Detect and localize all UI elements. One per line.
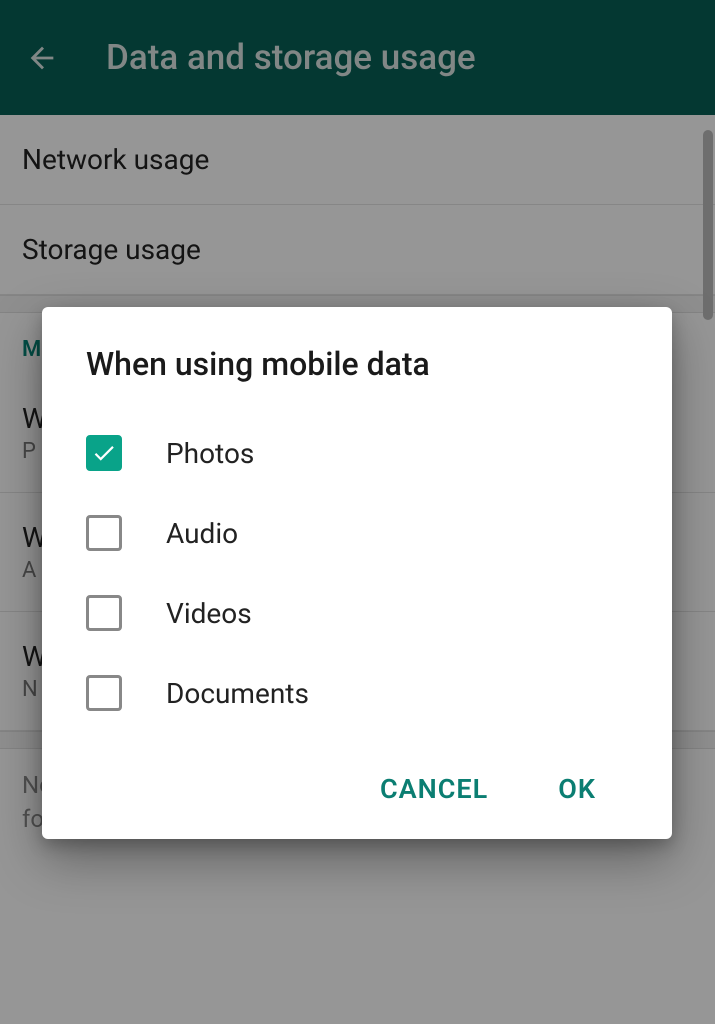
- option-videos[interactable]: Videos: [86, 573, 628, 653]
- checkbox-audio[interactable]: [86, 515, 122, 551]
- option-audio[interactable]: Audio: [86, 493, 628, 573]
- option-label: Documents: [166, 677, 309, 710]
- checkbox-photos[interactable]: [86, 435, 122, 471]
- option-label: Videos: [166, 597, 252, 630]
- option-photos[interactable]: Photos: [86, 413, 628, 493]
- dialog-actions: CANCEL OK: [86, 763, 628, 815]
- checkbox-documents[interactable]: [86, 675, 122, 711]
- option-documents[interactable]: Documents: [86, 653, 628, 733]
- dialog-title: When using mobile data: [86, 345, 628, 383]
- option-label: Photos: [166, 437, 254, 470]
- checkbox-videos[interactable]: [86, 595, 122, 631]
- option-label: Audio: [166, 517, 238, 550]
- cancel-button[interactable]: CANCEL: [376, 763, 492, 815]
- media-autodownload-dialog: When using mobile data Photos Audio Vide…: [42, 307, 672, 839]
- ok-button[interactable]: OK: [554, 763, 600, 815]
